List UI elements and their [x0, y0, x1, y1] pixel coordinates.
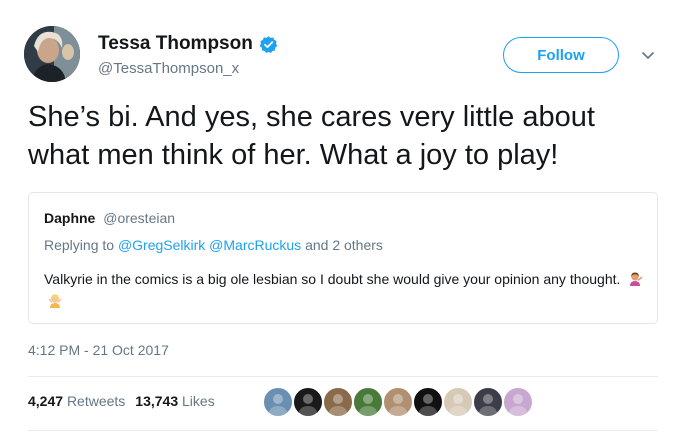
author-avatar[interactable] [24, 26, 80, 82]
profile-photo-icon [24, 26, 80, 82]
retweets-count: 4,247 [28, 393, 64, 409]
tweet-timestamp[interactable]: 4:12 PM - 21 Oct 2017 [28, 342, 169, 358]
author-handle[interactable]: @TessaThompson_x [98, 60, 239, 77]
liker-avatar-1[interactable] [262, 386, 294, 418]
woman-blond-icon [47, 293, 63, 309]
liker-avatar-5[interactable] [382, 386, 414, 418]
author-name-row[interactable]: Tessa Thompson [98, 33, 278, 55]
retweets-stat[interactable]: 4,247 Retweets [28, 393, 125, 409]
quoted-author-name: Daphne [44, 210, 96, 226]
replying-to-line: Replying to @GregSelkirk @MarcRuckus and… [44, 237, 383, 253]
tweet-text: She’s bi. And yes, she cares very little… [28, 101, 595, 171]
woman-gesturing-icon [627, 271, 643, 287]
liker-avatars [262, 386, 534, 418]
author-name[interactable]: Tessa Thompson [98, 33, 253, 55]
reply-mention-greg[interactable]: @GregSelkirk [118, 237, 205, 253]
liker-avatar-8[interactable] [472, 386, 504, 418]
liker-avatar-3[interactable] [322, 386, 354, 418]
stats-divider-top [28, 376, 658, 377]
replying-to-label: Replying to [44, 237, 115, 253]
liker-avatar-7[interactable] [442, 386, 474, 418]
reply-others[interactable]: and 2 others [305, 237, 383, 253]
quoted-tweet-header: Daphne @oresteian [44, 210, 175, 226]
quoted-tweet-body: Valkyrie in the comics is a big ole lesb… [44, 268, 644, 312]
retweets-label: Retweets [66, 393, 126, 409]
liker-avatar-6[interactable] [412, 386, 444, 418]
verified-badge-icon [259, 35, 278, 54]
tweet-card: Tessa Thompson @TessaThompson_x Follow S… [0, 0, 680, 448]
stats-divider-bottom [28, 430, 658, 431]
likes-label: Likes [182, 393, 215, 409]
quoted-tweet-text: Valkyrie in the comics is a big ole lesb… [44, 271, 621, 287]
likes-count: 13,743 [135, 393, 179, 409]
likes-stat[interactable]: 13,743 Likes [135, 393, 214, 409]
quoted-author-handle: @oresteian [103, 210, 176, 226]
follow-button[interactable]: Follow [503, 37, 619, 73]
liker-avatar-9[interactable] [502, 386, 534, 418]
liker-avatar-4[interactable] [352, 386, 384, 418]
reply-mention-marc[interactable]: @MarcRuckus [209, 237, 301, 253]
tweet-stats: 4,247 Retweets 13,743 Likes [28, 393, 215, 409]
quoted-tweet[interactable]: Daphne @oresteian Replying to @GregSelki… [28, 192, 658, 324]
liker-avatar-2[interactable] [292, 386, 324, 418]
chevron-down-icon[interactable] [640, 47, 656, 63]
